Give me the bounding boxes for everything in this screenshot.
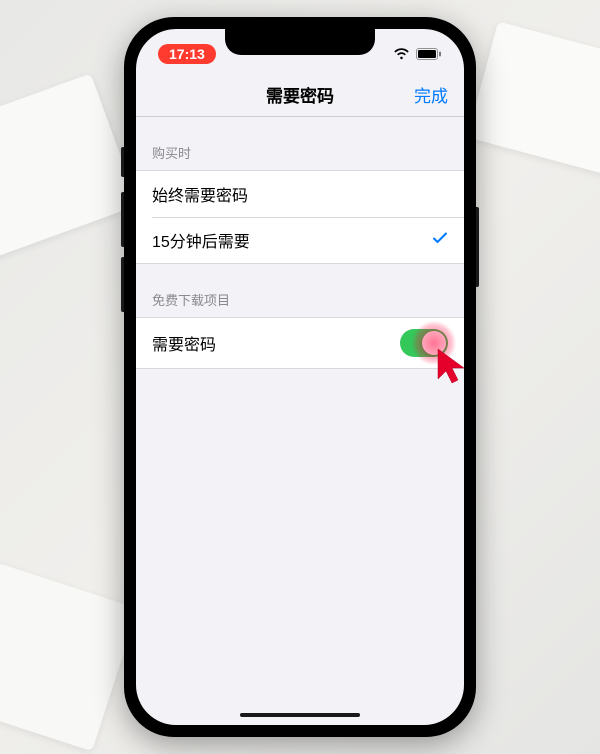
checkmark-icon (432, 230, 448, 251)
require-password-row: 需要密码 (136, 318, 464, 368)
option-label: 始终需要密码 (152, 182, 248, 206)
phone-frame: 17:13 需要密码 完成 购买时 始终需要密码 15分钟后需要 (124, 17, 476, 737)
require-password-toggle[interactable] (400, 329, 448, 357)
toggle-knob (422, 331, 446, 355)
screen: 17:13 需要密码 完成 购买时 始终需要密码 15分钟后需要 (136, 29, 464, 725)
home-indicator[interactable] (240, 713, 360, 717)
purchase-options-group: 始终需要密码 15分钟后需要 (136, 170, 464, 264)
option-require-after-15min[interactable]: 15分钟后需要 (136, 217, 464, 263)
option-label: 15分钟后需要 (152, 228, 250, 252)
done-button[interactable]: 完成 (414, 82, 448, 107)
option-always-require[interactable]: 始终需要密码 (136, 171, 464, 217)
page-title: 需要密码 (266, 82, 334, 107)
section-header-free-downloads: 免费下载项目 (136, 264, 464, 317)
toggle-label: 需要密码 (152, 331, 216, 355)
section-header-purchase: 购买时 (136, 117, 464, 170)
status-time-recording-pill[interactable]: 17:13 (158, 44, 216, 64)
battery-icon (416, 48, 442, 60)
wifi-icon (393, 48, 410, 60)
free-downloads-group: 需要密码 (136, 317, 464, 369)
navigation-bar: 需要密码 完成 (136, 73, 464, 117)
notch (225, 29, 375, 55)
